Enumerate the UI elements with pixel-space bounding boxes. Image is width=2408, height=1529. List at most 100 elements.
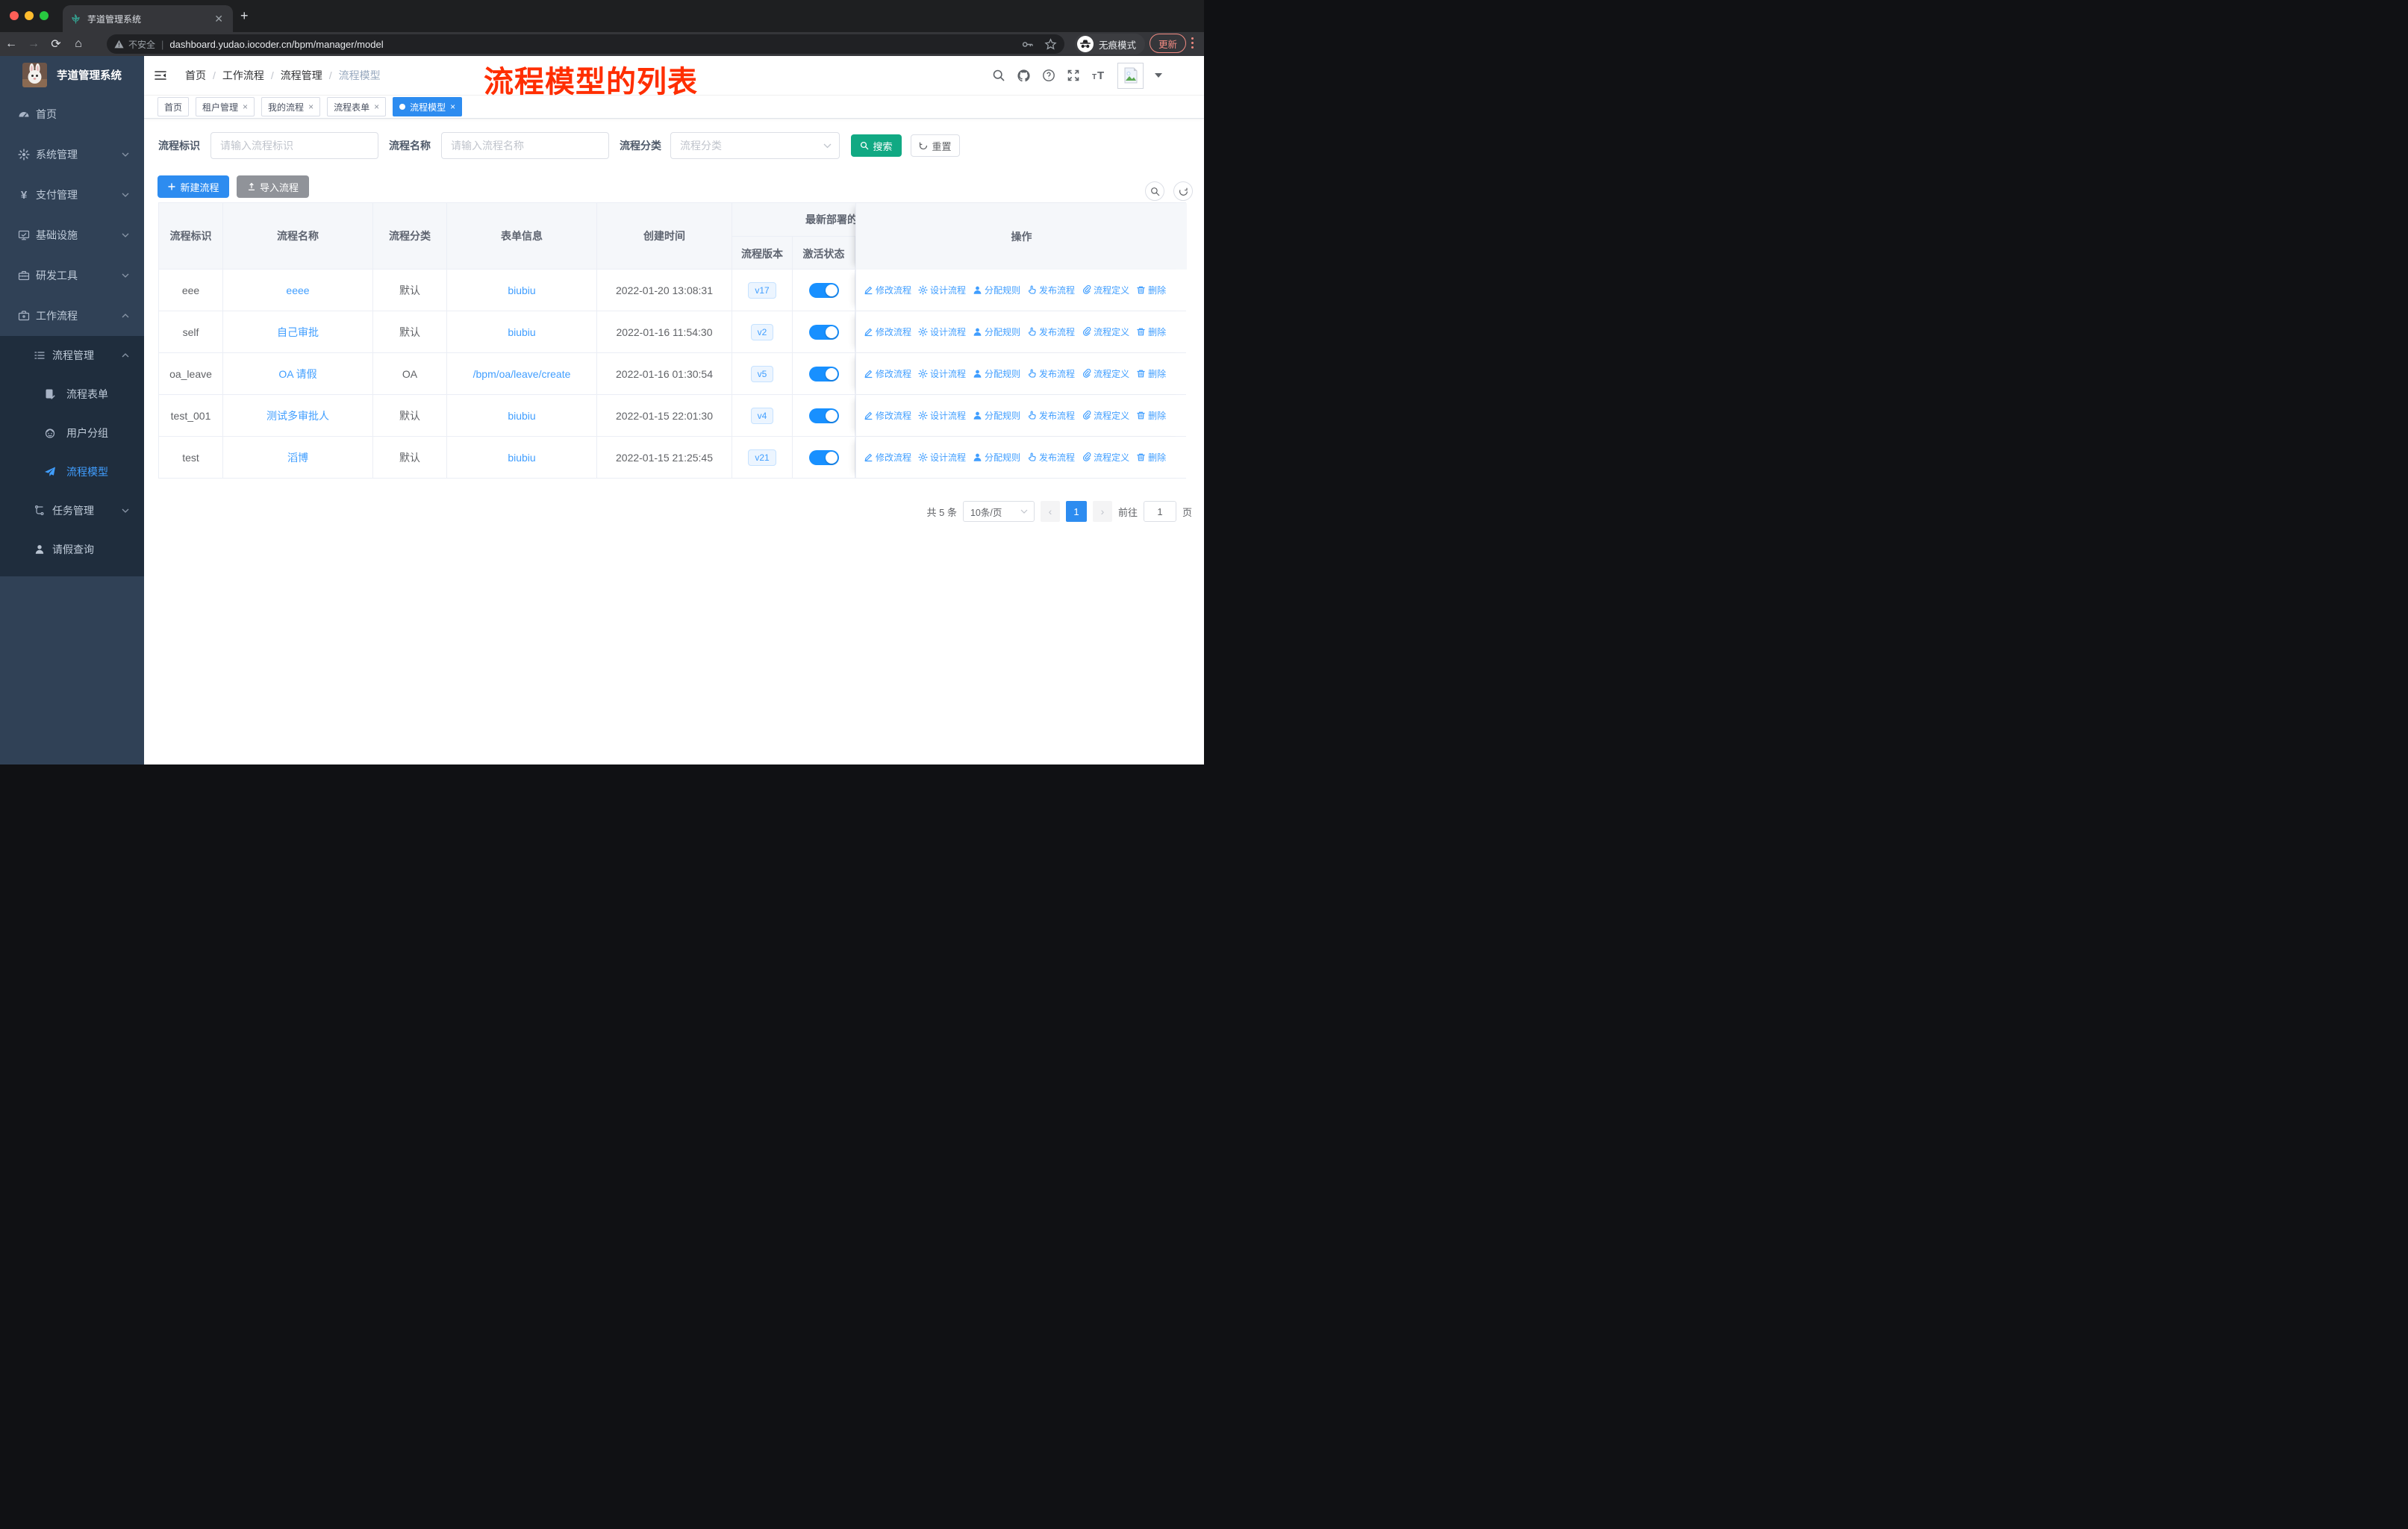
- close-window-button[interactable]: [10, 11, 19, 20]
- action-assign-link[interactable]: 分配规则: [973, 284, 1020, 296]
- sidebar-item-task-management[interactable]: 任务管理: [0, 491, 144, 530]
- action-design-link[interactable]: 设计流程: [918, 326, 966, 338]
- action-design-link[interactable]: 设计流程: [918, 451, 966, 464]
- action-delete-link[interactable]: 删除: [1136, 326, 1166, 338]
- sidebar-item-leave-query[interactable]: 请假查询: [0, 530, 144, 569]
- page-size-select[interactable]: 10条/页: [962, 501, 1035, 522]
- action-edit-link[interactable]: 修改流程: [864, 367, 911, 380]
- active-toggle[interactable]: [808, 449, 839, 465]
- action-assign-link[interactable]: 分配规则: [973, 451, 1020, 464]
- active-toggle[interactable]: [808, 366, 839, 382]
- tag-my-process[interactable]: 我的流程 ×: [261, 97, 321, 116]
- action-edit-link[interactable]: 修改流程: [864, 451, 911, 464]
- action-delete-link[interactable]: 删除: [1136, 409, 1166, 422]
- maximize-window-button[interactable]: [40, 11, 49, 20]
- browser-tab[interactable]: 芋道管理系统 ✕: [63, 5, 233, 32]
- tab-close-icon[interactable]: ✕: [212, 13, 225, 25]
- breadcrumb-item[interactable]: 首页: [185, 68, 206, 83]
- font-size-icon[interactable]: TT: [1091, 69, 1106, 82]
- create-process-button[interactable]: 新建流程: [157, 175, 229, 198]
- search-button[interactable]: 搜索: [851, 134, 902, 157]
- process-key-input[interactable]: [210, 132, 378, 159]
- active-toggle[interactable]: [808, 408, 839, 423]
- sidebar-item-payment[interactable]: ¥ 支付管理: [0, 175, 144, 215]
- sidebar-fold-icon[interactable]: [154, 69, 167, 82]
- form-info-link[interactable]: /bpm/oa/leave/create: [473, 368, 571, 380]
- github-icon[interactable]: [1017, 69, 1031, 83]
- sidebar-item-workflow[interactable]: 工作流程: [0, 296, 144, 336]
- sidebar-item-process-form[interactable]: 流程表单: [0, 375, 144, 414]
- action-design-link[interactable]: 设计流程: [918, 284, 966, 296]
- new-tab-button[interactable]: +: [240, 9, 249, 22]
- action-assign-link[interactable]: 分配规则: [973, 409, 1020, 422]
- sidebar-item-process-management[interactable]: 流程管理: [0, 336, 144, 375]
- next-page-button[interactable]: ›: [1092, 501, 1112, 522]
- form-info-link[interactable]: biubiu: [508, 452, 535, 464]
- process-name-input[interactable]: [441, 132, 609, 159]
- browser-menu-icon[interactable]: [1191, 37, 1194, 49]
- bookmark-star-icon[interactable]: [1044, 37, 1057, 51]
- action-edit-link[interactable]: 修改流程: [864, 284, 911, 296]
- process-name-link[interactable]: OA 请假: [278, 367, 316, 382]
- prev-page-button[interactable]: ‹: [1040, 501, 1060, 522]
- show-search-button[interactable]: [1145, 181, 1164, 201]
- form-info-link[interactable]: biubiu: [508, 326, 535, 338]
- sidebar-item-infrastructure[interactable]: 基础设施: [0, 215, 144, 255]
- sidebar-item-user-group[interactable]: 用户分组: [0, 414, 144, 452]
- active-toggle[interactable]: [808, 324, 839, 340]
- breadcrumb-item[interactable]: 流程管理: [281, 68, 322, 83]
- help-icon[interactable]: [1042, 69, 1055, 82]
- active-toggle[interactable]: [808, 282, 839, 298]
- action-definition-link[interactable]: 流程定义: [1082, 409, 1129, 422]
- tag-process-form[interactable]: 流程表单 ×: [327, 97, 387, 116]
- action-deploy-link[interactable]: 发布流程: [1027, 409, 1075, 422]
- process-name-link[interactable]: eeee: [286, 284, 309, 296]
- sidebar-item-process-model[interactable]: 流程模型: [0, 452, 144, 491]
- action-deploy-link[interactable]: 发布流程: [1027, 284, 1075, 296]
- action-delete-link[interactable]: 删除: [1136, 451, 1166, 464]
- action-delete-link[interactable]: 删除: [1136, 284, 1166, 296]
- update-button[interactable]: 更新: [1150, 34, 1187, 53]
- action-edit-link[interactable]: 修改流程: [864, 326, 911, 338]
- avatar[interactable]: [1117, 62, 1144, 89]
- address-bar[interactable]: 不安全 | dashboard.yudao.iocoder.cn/bpm/man…: [107, 34, 1064, 54]
- avatar-caret-icon[interactable]: [1155, 73, 1162, 78]
- sidebar-item-system[interactable]: 系统管理: [0, 134, 144, 175]
- window-controls[interactable]: [10, 11, 49, 20]
- url-text[interactable]: dashboard.yudao.iocoder.cn/bpm/manager/m…: [169, 39, 1011, 50]
- home-icon[interactable]: ⌂: [67, 37, 90, 51]
- security-warning[interactable]: 不安全: [114, 38, 155, 51]
- form-info-link[interactable]: biubiu: [508, 284, 535, 296]
- action-assign-link[interactable]: 分配规则: [973, 367, 1020, 380]
- import-process-button[interactable]: 导入流程: [237, 175, 309, 198]
- action-edit-link[interactable]: 修改流程: [864, 409, 911, 422]
- breadcrumb-item[interactable]: 工作流程: [222, 68, 264, 83]
- key-icon[interactable]: [1021, 38, 1034, 51]
- action-deploy-link[interactable]: 发布流程: [1027, 451, 1075, 464]
- current-page-button[interactable]: 1: [1065, 501, 1087, 522]
- tag-process-model[interactable]: 流程模型 ×: [393, 97, 463, 116]
- process-name-link[interactable]: 自己审批: [277, 325, 319, 340]
- reset-button[interactable]: 重置: [911, 134, 960, 157]
- goto-page-input[interactable]: [1143, 501, 1176, 522]
- sidebar-item-devtools[interactable]: 研发工具: [0, 255, 144, 296]
- fullscreen-icon[interactable]: [1067, 69, 1080, 82]
- form-info-link[interactable]: biubiu: [508, 410, 535, 422]
- action-deploy-link[interactable]: 发布流程: [1027, 367, 1075, 380]
- reload-icon[interactable]: ⟳: [45, 37, 67, 52]
- close-icon[interactable]: ×: [374, 102, 379, 111]
- minimize-window-button[interactable]: [25, 11, 34, 20]
- close-icon[interactable]: ×: [308, 102, 314, 111]
- action-definition-link[interactable]: 流程定义: [1082, 451, 1129, 464]
- refresh-table-button[interactable]: [1173, 181, 1193, 201]
- action-deploy-link[interactable]: 发布流程: [1027, 326, 1075, 338]
- process-name-link[interactable]: 滔博: [287, 450, 308, 465]
- action-delete-link[interactable]: 删除: [1136, 367, 1166, 380]
- action-definition-link[interactable]: 流程定义: [1082, 367, 1129, 380]
- tag-home[interactable]: 首页: [157, 97, 190, 116]
- process-name-link[interactable]: 测试多审批人: [266, 408, 329, 423]
- action-definition-link[interactable]: 流程定义: [1082, 326, 1129, 338]
- action-design-link[interactable]: 设计流程: [918, 409, 966, 422]
- back-icon[interactable]: ←: [0, 37, 22, 51]
- forward-icon[interactable]: →: [22, 37, 45, 51]
